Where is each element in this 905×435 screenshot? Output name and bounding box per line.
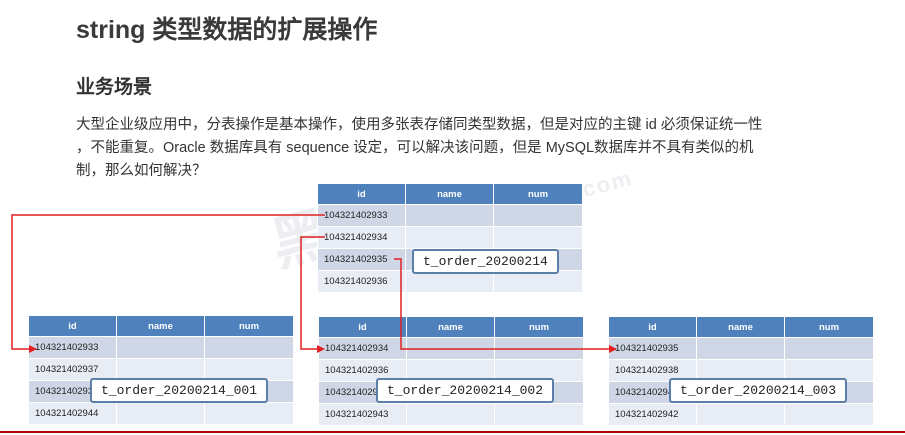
table-label-003: t_order_20200214_003 — [669, 378, 848, 403]
table-label-001: t_order_20200214_001 — [90, 378, 269, 403]
arrow-to-table-002 — [300, 236, 325, 353]
connector-arrows — [11, 214, 617, 353]
table-label-main: t_order_20200214 — [412, 249, 559, 274]
arrow-to-table-001 — [11, 214, 325, 353]
table-label-002: t_order_20200214_002 — [376, 378, 555, 403]
bottom-divider — [0, 431, 905, 433]
